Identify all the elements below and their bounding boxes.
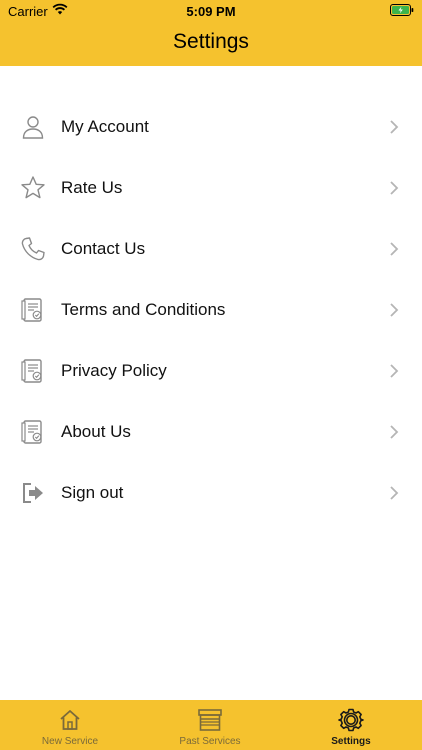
tab-label: Past Services	[179, 736, 241, 747]
home-icon	[60, 710, 80, 730]
settings-item-terms-and-conditions[interactable]: Terms and Conditions	[0, 280, 422, 341]
tab-bar: New Service Past Services Settings	[0, 700, 422, 750]
settings-item-contact-us[interactable]: Contact Us	[0, 219, 422, 280]
chevron-right-icon	[390, 486, 399, 500]
tab-settings[interactable]: Settings	[281, 700, 421, 750]
sign-out-icon	[23, 483, 43, 503]
store-icon	[198, 709, 222, 731]
star-icon	[21, 176, 45, 199]
gear-icon	[338, 708, 364, 732]
tab-label: Settings	[331, 736, 371, 747]
tab-new-service[interactable]: New Service	[0, 700, 140, 750]
status-bar: Carrier 5:09 PM	[0, 0, 422, 22]
status-time: 5:09 PM	[186, 4, 236, 19]
settings-item-my-account[interactable]: My Account	[0, 97, 422, 158]
tab-label: New Service	[41, 736, 99, 747]
settings-item-label: Contact Us	[61, 239, 146, 258]
settings-item-label: Terms and Conditions	[61, 300, 226, 319]
chevron-right-icon	[390, 120, 399, 134]
settings-list: My Account Rate Us Contact Us Terms and …	[0, 97, 422, 524]
page-title: Settings	[173, 30, 249, 53]
chevron-right-icon	[390, 181, 399, 195]
settings-item-sign-out[interactable]: Sign out	[0, 463, 422, 524]
chevron-right-icon	[390, 425, 399, 439]
document-icon	[21, 420, 42, 444]
settings-item-label: About Us	[61, 422, 131, 441]
chevron-right-icon	[390, 242, 399, 256]
user-icon	[22, 116, 44, 139]
settings-item-label: My Account	[61, 117, 149, 136]
battery-icon	[390, 4, 414, 16]
settings-item-label: Sign out	[61, 483, 124, 502]
settings-item-rate-us[interactable]: Rate Us	[0, 158, 422, 219]
tab-past-services[interactable]: Past Services	[140, 700, 280, 750]
chevron-right-icon	[390, 303, 399, 317]
settings-item-privacy-policy[interactable]: Privacy Policy	[0, 341, 422, 402]
chevron-right-icon	[390, 364, 399, 378]
phone-icon	[21, 237, 45, 261]
document-icon	[21, 359, 42, 383]
document-icon	[21, 298, 42, 322]
settings-item-label: Rate Us	[61, 178, 123, 197]
settings-item-label: Privacy Policy	[61, 361, 167, 380]
header: Carrier 5:09 PM Settings	[0, 0, 422, 66]
settings-item-about-us[interactable]: About Us	[0, 402, 422, 463]
